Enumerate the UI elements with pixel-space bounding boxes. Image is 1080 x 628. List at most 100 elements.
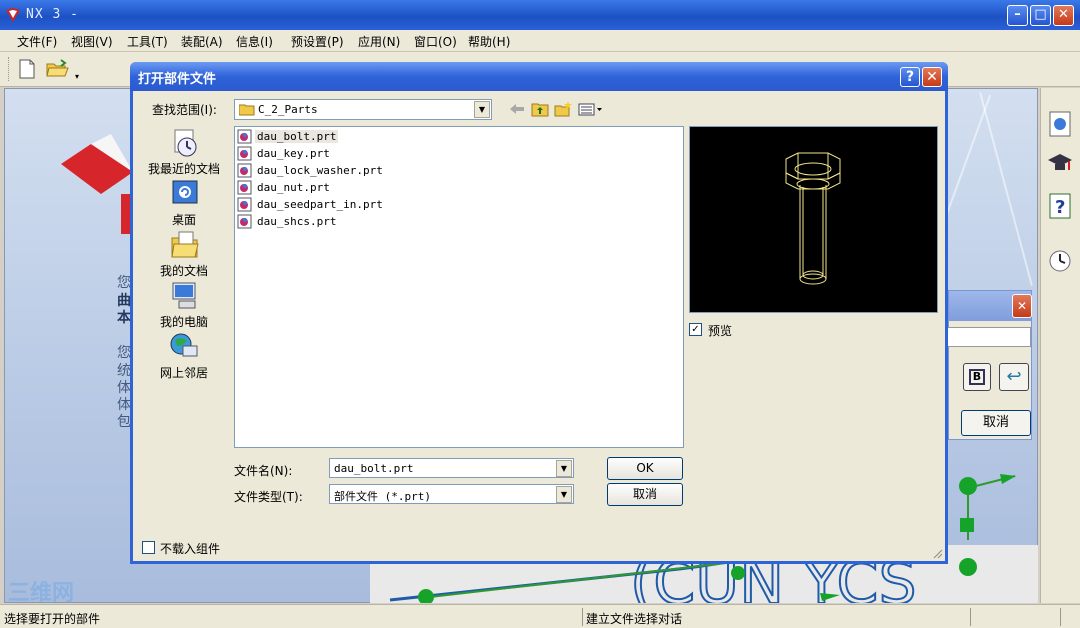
place-recent-documents[interactable]: 我最近的文档 [139, 128, 229, 176]
maximize-button[interactable]: □ [1030, 5, 1051, 26]
menu-info[interactable]: 信息(I) [236, 33, 273, 50]
place-desktop[interactable]: 桌面 [139, 179, 229, 227]
preview-checkbox[interactable]: ✓ [689, 323, 702, 336]
menu-help[interactable]: 帮助(H) [468, 33, 510, 50]
menu-assembly[interactable]: 装配(A) [181, 33, 223, 50]
recent-documents-icon [174, 129, 197, 157]
file-name-value: dau_bolt.prt [334, 462, 414, 475]
dialog-help-button[interactable]: ? [900, 67, 920, 87]
minimize-button[interactable]: – [1007, 5, 1028, 26]
file-name: dau_key.prt [257, 147, 330, 160]
status-bar: 选择要打开的部件 建立文件选择对话 [0, 604, 1080, 628]
place-my-documents[interactable]: 我的文档 [139, 230, 229, 278]
file-name: dau_lock_washer.prt [257, 164, 383, 177]
watermark: 三维网 [8, 581, 75, 606]
open-folder-icon[interactable] [45, 58, 71, 80]
place-label-my-documents: 我的文档 [159, 264, 208, 278]
file-name: dau_seedpart_in.prt [257, 198, 383, 211]
look-in-dropdown-arrow[interactable]: ▼ [474, 101, 490, 118]
dialog-close-button[interactable]: ✕ [922, 67, 942, 87]
no-load-components-label: 不载入组件 [160, 542, 221, 556]
roles-graduation-cap-icon[interactable] [1045, 148, 1075, 180]
toolbar-grip[interactable] [8, 57, 11, 81]
nx-part-file-icon [237, 180, 252, 195]
file-name-dropdown-arrow[interactable]: ▼ [556, 460, 572, 477]
nx-logo-icon [6, 8, 20, 22]
preview-label: 预览 [708, 324, 733, 338]
resource-bar: ? [1040, 88, 1080, 603]
file-type-select[interactable]: 部件文件 (*.prt) ▼ [329, 484, 574, 504]
nx-part-file-icon [237, 197, 252, 212]
bg-text-3: 本 [117, 310, 131, 326]
place-network[interactable]: 网上邻居 [139, 332, 229, 380]
look-in-label: 查找范围(I): [152, 103, 217, 117]
help-question-icon[interactable]: ? [1045, 190, 1075, 222]
nx-part-file-icon [237, 163, 252, 178]
open-dropdown-arrow[interactable]: ▾ [75, 72, 79, 81]
file-name-input[interactable]: dau_bolt.prt ▼ [329, 458, 574, 478]
menu-tools[interactable]: 工具(T) [127, 33, 168, 50]
bg-text-8: 包 [117, 414, 131, 430]
open-part-file-dialog: 打开部件文件 ? ✕ 查找范围(I): C_2_Parts ▼ 我最近的文档 桌… [130, 62, 948, 564]
svg-text:?: ? [1055, 197, 1065, 218]
cancel-button[interactable]: 取消 [607, 483, 683, 506]
menu-view[interactable]: 视图(V) [71, 33, 113, 50]
dialog-title: 打开部件文件 [138, 72, 217, 87]
look-in-dropdown[interactable]: C_2_Parts ▼ [234, 99, 492, 120]
file-name: dau_nut.prt [257, 181, 330, 194]
new-file-icon[interactable] [16, 58, 38, 80]
status-message: 建立文件选择对话 [586, 612, 683, 626]
dialog-title-bar[interactable]: 打开部件文件 ? ✕ [130, 62, 948, 91]
my-computer-icon [172, 282, 196, 309]
b-button[interactable]: B [963, 363, 991, 391]
menu-preferences[interactable]: 预设置(P) [291, 33, 344, 50]
menu-application[interactable]: 应用(N) [358, 33, 400, 50]
part-preview [689, 126, 938, 313]
network-places-icon [170, 333, 198, 357]
place-label-my-computer: 我的电脑 [159, 315, 208, 329]
assembly-navigator-icon[interactable] [1045, 108, 1075, 140]
nx-part-file-icon [237, 146, 252, 161]
folder-icon [239, 104, 255, 116]
background-dialog-close-button[interactable]: ✕ [1012, 294, 1032, 318]
bolt-wireframe-preview [785, 152, 841, 285]
file-name: dau_bolt.prt [255, 130, 339, 143]
nx-part-file-icon [237, 214, 252, 229]
desktop-icon [172, 180, 198, 204]
no-load-components-checkbox[interactable] [142, 541, 155, 554]
view-menu-icon[interactable] [578, 101, 604, 117]
bg-text-4: 您 [117, 345, 131, 361]
new-folder-icon[interactable] [554, 101, 572, 117]
close-button[interactable]: ✕ [1053, 5, 1074, 26]
look-in-value: C_2_Parts [258, 103, 318, 116]
background-dialog-cancel-button[interactable]: 取消 [961, 410, 1031, 436]
status-prompt: 选择要打开的部件 [4, 612, 101, 626]
manipulator-handles-icon[interactable] [940, 470, 1020, 550]
ok-button[interactable]: OK [607, 457, 683, 480]
menu-window[interactable]: 窗口(O) [414, 33, 457, 50]
place-label-recent: 我最近的文档 [147, 162, 220, 176]
app-title: NX 3 - [26, 7, 79, 22]
place-label-network: 网上邻居 [159, 366, 208, 380]
app-title-bar: NX 3 - – □ ✕ [0, 0, 1080, 30]
nx-brand-logo [61, 134, 133, 234]
file-type-label: 文件类型(T): [234, 490, 303, 504]
file-type-value: 部件文件 (*.prt) [334, 490, 431, 503]
bg-text-1: 您 [117, 275, 131, 291]
menu-bar: 文件(F) 视图(V) 工具(T) 装配(A) 信息(I) 预设置(P) 应用(… [0, 30, 1080, 52]
my-documents-icon [171, 231, 199, 258]
places-bar: 我最近的文档 桌面 我的文档 我的电脑 网上邻居 [139, 126, 229, 386]
menu-file[interactable]: 文件(F) [17, 33, 57, 50]
resize-grip-icon[interactable] [931, 547, 943, 559]
file-name: dau_shcs.prt [257, 215, 337, 228]
return-icon[interactable]: ↩ [999, 363, 1029, 391]
file-list[interactable]: dau_bolt.prt dau_key.prt dau_lock_washer… [234, 126, 684, 448]
back-arrow-icon[interactable] [508, 101, 526, 117]
up-one-level-icon[interactable] [531, 101, 549, 117]
file-type-dropdown-arrow[interactable]: ▼ [556, 486, 572, 503]
place-my-computer[interactable]: 我的电脑 [139, 281, 229, 329]
place-label-desktop: 桌面 [171, 213, 196, 227]
history-clock-icon[interactable] [1045, 245, 1075, 277]
file-name-label: 文件名(N): [234, 464, 293, 478]
nx-part-file-icon [237, 129, 252, 144]
